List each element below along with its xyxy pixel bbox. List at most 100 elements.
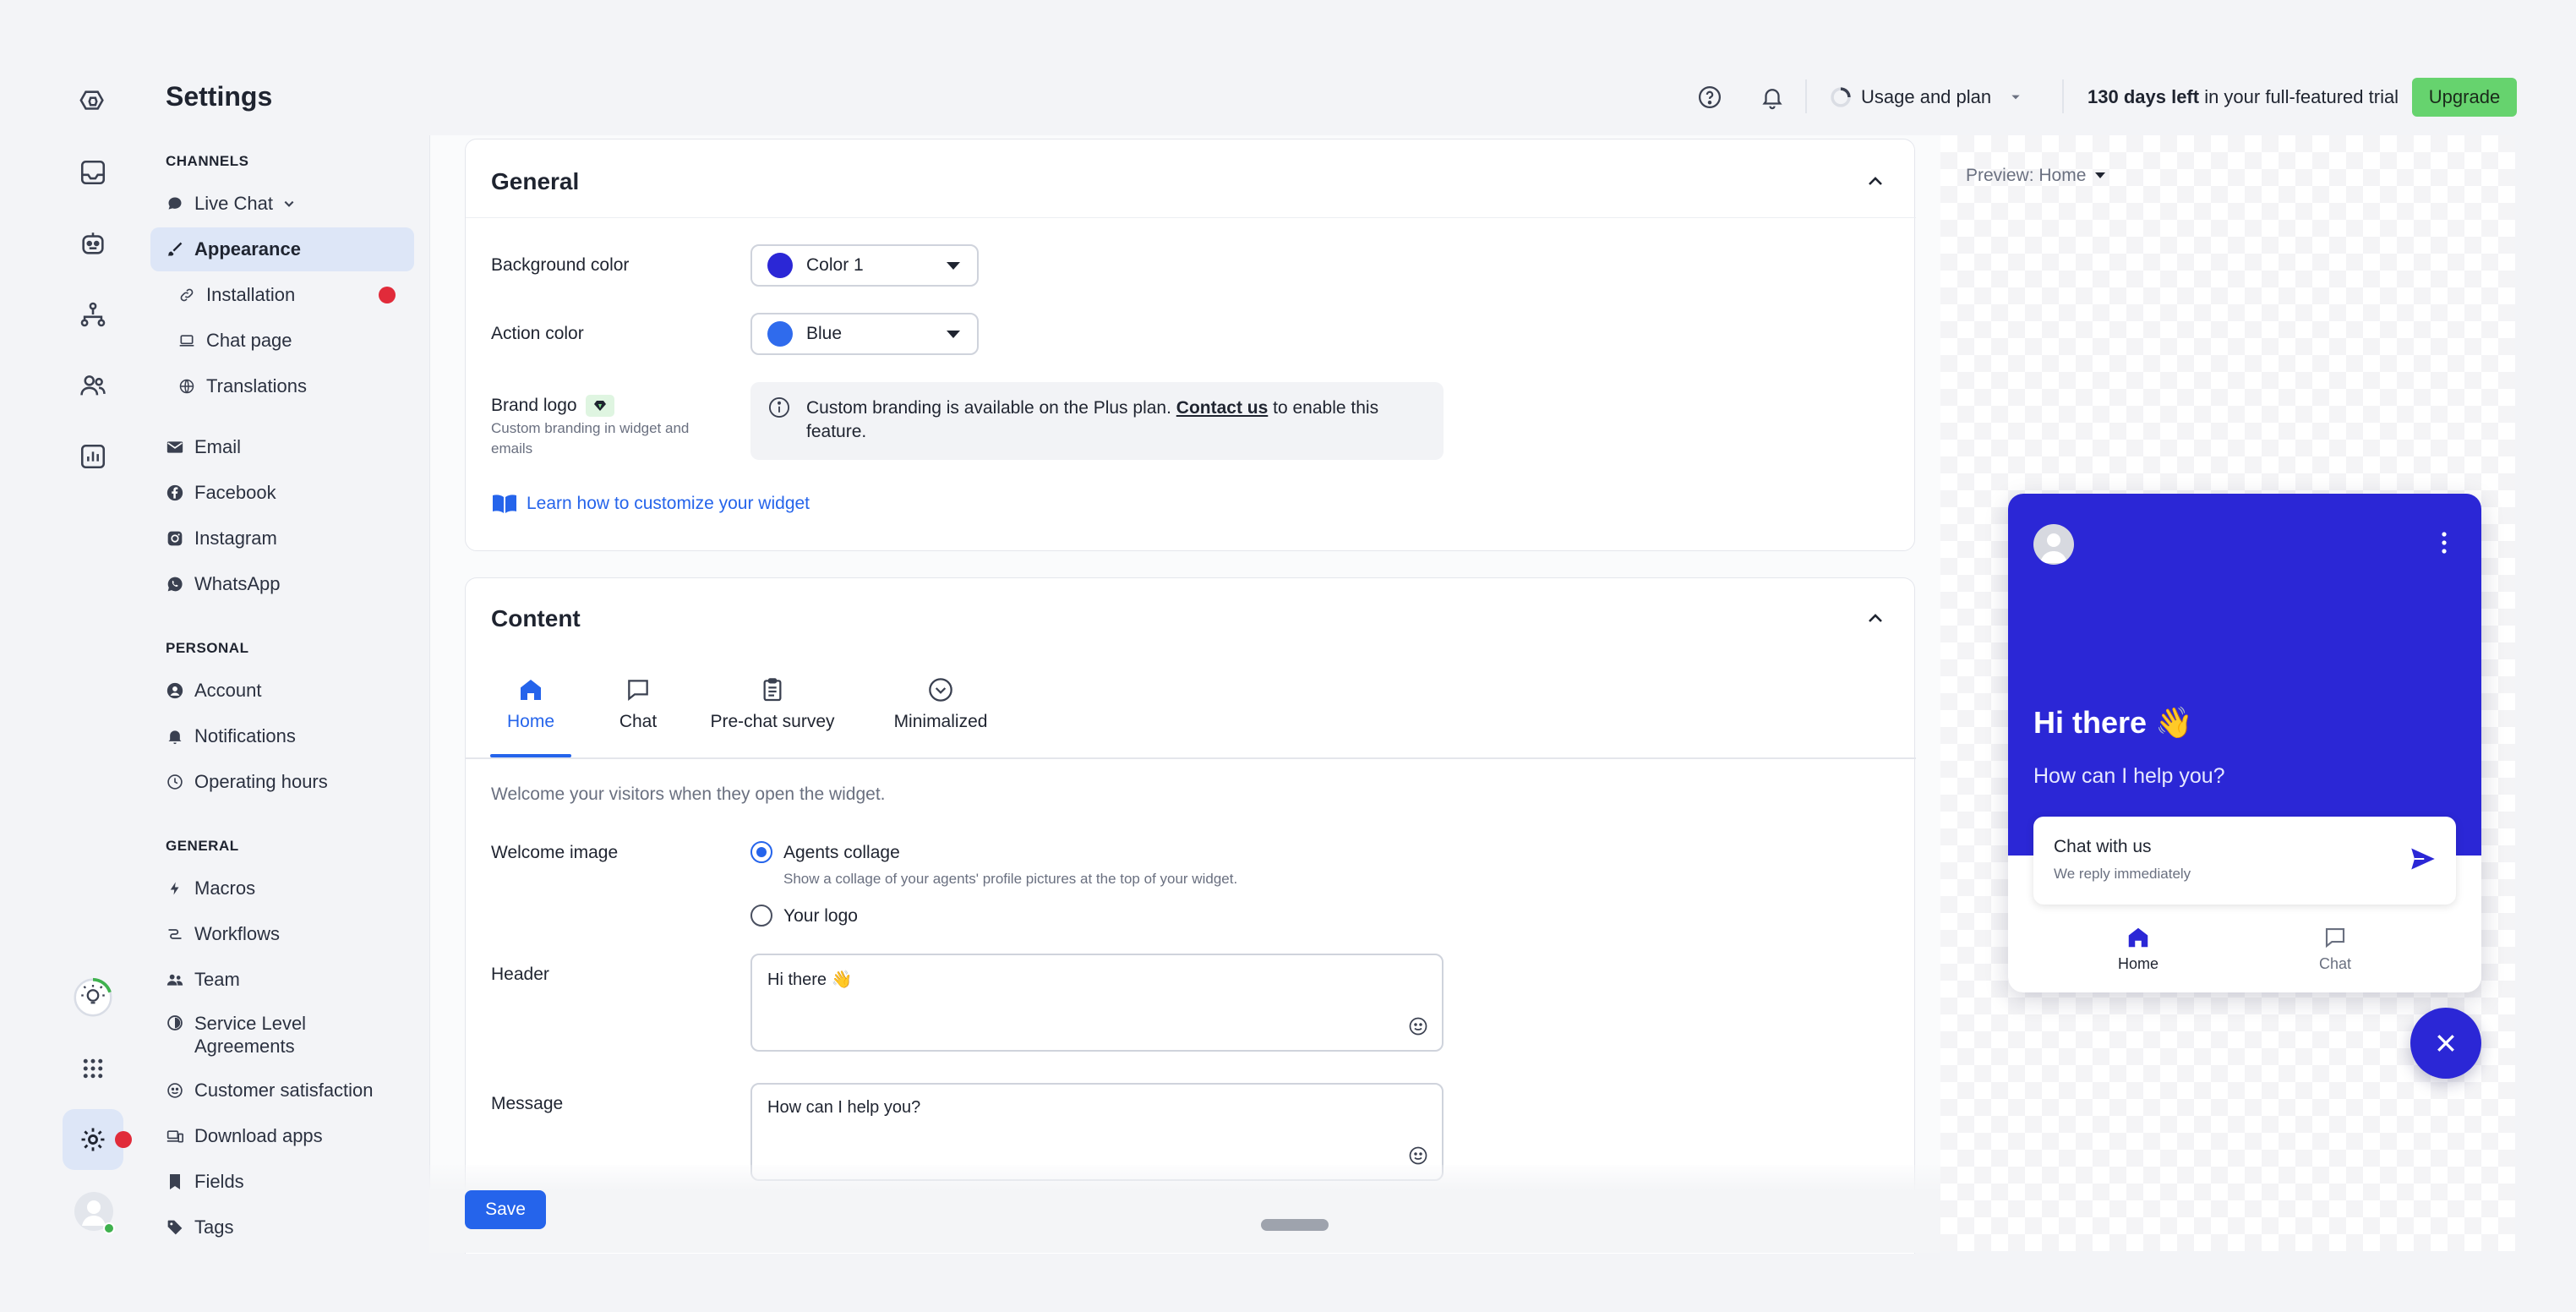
sidebar-item-fields[interactable]: Fields — [150, 1160, 414, 1204]
sidebar-item-label: Account — [194, 680, 262, 701]
agent-avatar — [2033, 524, 2074, 565]
brand-logo-row: Brand logo — [491, 395, 614, 417]
tab-active-indicator — [490, 754, 571, 757]
chat-icon — [628, 680, 648, 702]
info-icon — [767, 396, 791, 419]
save-button[interactable]: Save — [465, 1190, 546, 1229]
rail-customers-icon[interactable] — [63, 355, 123, 416]
sidebar-item-whatsapp[interactable]: WhatsApp — [150, 562, 414, 606]
branding-notice-text: Custom branding is available on the Plus… — [806, 396, 1432, 444]
upgrade-button[interactable]: Upgrade — [2412, 78, 2517, 117]
rail-apps-icon[interactable] — [63, 1038, 123, 1099]
sidebar-item-label: Customer satisfaction — [194, 1080, 374, 1101]
sidebar-item-sla[interactable]: Service Level Agreements — [150, 1003, 414, 1064]
sidebar-item-operating-hours[interactable]: Operating hours — [150, 760, 414, 804]
workflow-icon — [166, 925, 184, 943]
sidebar-item-translations[interactable]: Translations — [150, 364, 414, 408]
bell-icon[interactable] — [1760, 85, 1785, 110]
tab-home[interactable]: Home — [490, 676, 571, 757]
rail-workflow-icon[interactable] — [63, 284, 123, 345]
usage-plan-dropdown[interactable]: Usage and plan — [1829, 85, 2022, 109]
sidebar-item-label: Live Chat — [194, 193, 273, 214]
header-divider-2 — [2062, 79, 2064, 113]
widget-close-button[interactable] — [2410, 1008, 2481, 1079]
resize-handle[interactable] — [1261, 1219, 1329, 1231]
your-logo-radio[interactable] — [750, 905, 772, 927]
sidebar-item-label: Operating hours — [194, 771, 328, 792]
sidebar-item-notifications[interactable]: Notifications — [150, 714, 414, 758]
sidebar-item-label: Workflows — [194, 923, 281, 944]
widget-subtitle: How can I help you? — [2033, 764, 2225, 788]
content-intro: Welcome your visitors when they open the… — [491, 784, 886, 804]
emoji-picker-icon[interactable] — [1408, 1145, 1428, 1166]
rail-home-icon[interactable] — [63, 71, 123, 132]
caret-down-icon — [947, 262, 960, 270]
welcome-image-label: Welcome image — [491, 843, 619, 862]
tab-minimalized[interactable]: Minimalized — [891, 676, 991, 732]
preview-selector[interactable]: Preview: Home — [1966, 166, 2106, 186]
widget-nav-chat-label: Chat — [2319, 955, 2352, 972]
trial-days: 130 days left — [2088, 86, 2200, 107]
sidebar-item-customer-satisfaction[interactable]: Customer satisfaction — [150, 1069, 414, 1112]
rail-inbox-icon[interactable] — [63, 142, 123, 203]
home-icon — [521, 680, 541, 700]
sidebar-item-team[interactable]: Team — [150, 958, 414, 1002]
sidebar-heading-channels: CHANNELS — [166, 153, 249, 169]
link-icon — [177, 286, 196, 304]
action-color-select[interactable]: Blue — [750, 313, 979, 355]
whatsapp-icon — [166, 575, 184, 593]
sidebar-item-live-chat[interactable]: Live Chat — [150, 182, 414, 226]
chat-icon — [2325, 927, 2345, 948]
sidebar-item-macros[interactable]: Macros — [150, 866, 414, 910]
chevron-down-icon — [284, 200, 294, 207]
sidebar-item-label: Macros — [194, 877, 256, 899]
background-color-swatch — [767, 253, 793, 278]
sidebar-item-instagram[interactable]: Instagram — [150, 517, 414, 560]
help-icon[interactable] — [1697, 85, 1722, 110]
installation-alert-dot — [379, 287, 396, 303]
chat-with-us-card[interactable]: Chat with us We reply immediately — [2033, 817, 2456, 905]
sidebar-item-label: Appearance — [194, 238, 301, 260]
learn-customize-link[interactable]: Learn how to customize your widget — [491, 493, 810, 515]
trial-status: 130 days left in your full-featured tria… — [2088, 86, 2399, 108]
sidebar-item-tags[interactable]: Tags — [150, 1205, 414, 1249]
card-subtitle: We reply immediately — [2054, 866, 2191, 882]
sla-icon — [166, 1014, 184, 1032]
widget-nav-home[interactable]: Home — [2118, 925, 2158, 973]
collapse-general-chevron-icon[interactable] — [1865, 172, 1886, 192]
contact-us-link[interactable]: Contact us — [1176, 398, 1269, 418]
message-field-label: Message — [491, 1094, 564, 1113]
collapse-content-chevron-icon[interactable] — [1865, 609, 1886, 629]
clock-icon — [166, 773, 184, 791]
sidebar-item-download-apps[interactable]: Download apps — [150, 1114, 414, 1158]
agents-collage-radio[interactable] — [750, 841, 772, 863]
tab-chat[interactable]: Chat — [610, 676, 666, 732]
send-icon — [2410, 847, 2436, 871]
sidebar-item-chat-page[interactable]: Chat page — [150, 319, 414, 363]
notice-pre: Custom branding is available on the Plus… — [806, 398, 1171, 418]
header-textarea[interactable]: Hi there 👋 — [750, 954, 1444, 1052]
sidebar-item-workflows[interactable]: Workflows — [150, 912, 414, 956]
rail-reports-icon[interactable] — [63, 426, 123, 487]
sidebar-item-account[interactable]: Account — [150, 669, 414, 713]
background-color-select[interactable]: Color 1 — [750, 244, 979, 287]
tab-home-label: Home — [506, 712, 555, 731]
emoji-picker-icon[interactable] — [1408, 1016, 1428, 1036]
sidebar-item-email[interactable]: Email — [150, 425, 414, 469]
rail-bot-icon[interactable] — [63, 213, 123, 274]
widget-nav-chat[interactable]: Chat — [2319, 925, 2351, 973]
caret-down-icon — [2095, 172, 2106, 178]
widget-menu-icon[interactable] — [2441, 531, 2448, 555]
sidebar-item-label: WhatsApp — [194, 573, 281, 594]
sidebar-item-installation[interactable]: Installation — [150, 273, 414, 317]
sidebar-item-facebook[interactable]: Facebook — [150, 471, 414, 515]
brand-logo-sub-2: emails — [491, 440, 533, 456]
tab-pre-chat-survey[interactable]: Pre-chat survey — [708, 676, 837, 732]
sidebar-item-appearance[interactable]: Appearance — [150, 227, 414, 271]
your-logo-label: Your logo — [783, 906, 858, 926]
header-divider — [1805, 79, 1807, 113]
tabs-divider — [466, 757, 1916, 759]
sla-line-1: Service Level — [194, 1013, 307, 1034]
agents-collage-desc: Show a collage of your agents' profile p… — [783, 871, 1238, 887]
rail-tips-icon[interactable] — [63, 967, 123, 1028]
